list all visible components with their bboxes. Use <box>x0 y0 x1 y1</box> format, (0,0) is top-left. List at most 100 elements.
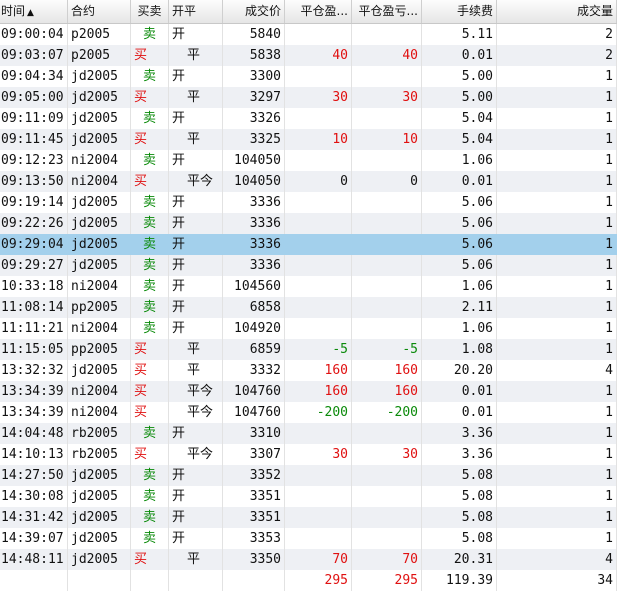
cell-close-pnl-b <box>352 150 422 171</box>
table-row[interactable]: 10:33:18 ni2004 卖开 104560 1.06 1 <box>0 276 617 297</box>
cell-price: 104560 <box>223 276 285 297</box>
cell-close-pnl-a <box>285 276 352 297</box>
cell-side: 买 <box>131 339 169 360</box>
cell-close-pnl-a <box>285 465 352 486</box>
cell-close-pnl-a: 0 <box>285 171 352 192</box>
col-header-open-close[interactable]: 开平 <box>169 0 223 23</box>
table-row[interactable]: 09:04:34 jd2005 卖开 3300 5.00 1 <box>0 66 617 87</box>
cell-contract: jd2005 <box>68 528 131 549</box>
cell-side: 卖 <box>131 423 169 444</box>
table-header: 时间 ▲ 合约 买卖 开平 成交价 平仓盈... 平仓盈亏... 手续费 成交量 <box>0 0 617 24</box>
cell-volume: 2 <box>497 45 617 66</box>
table-row[interactable]: 14:48:11 jd2005 买平 3350 70 70 20.31 4 <box>0 549 617 570</box>
cell-side: 卖 <box>131 276 169 297</box>
col-header-close-pnl-b[interactable]: 平仓盈亏... <box>352 0 422 23</box>
cell-side: 买 <box>131 381 169 402</box>
cell-contract: rb2005 <box>68 423 131 444</box>
table-row[interactable]: 14:10:13 rb2005 买平今 3307 30 30 3.36 1 <box>0 444 617 465</box>
table-row[interactable]: 14:30:08 jd2005 卖开 3351 5.08 1 <box>0 486 617 507</box>
table-row[interactable]: 11:08:14 pp2005 卖开 6858 2.11 1 <box>0 297 617 318</box>
cell-price: 3310 <box>223 423 285 444</box>
cell-close-pnl-b: 160 <box>352 381 422 402</box>
col-header-fee[interactable]: 手续费 <box>422 0 497 23</box>
cell-close-pnl-b <box>352 528 422 549</box>
cell-contract: jd2005 <box>68 213 131 234</box>
table-row[interactable]: 09:13:50 ni2004 买平今 104050 0 0 0.01 1 <box>0 171 617 192</box>
col-header-volume[interactable]: 成交量 <box>497 0 617 23</box>
col-header-price[interactable]: 成交价 <box>223 0 285 23</box>
cell-close-pnl-b: 30 <box>352 87 422 108</box>
totals-row: 295 295 119.39 34 <box>0 570 617 591</box>
table-row[interactable]: 13:34:39 ni2004 买平今 104760 160 160 0.01 1 <box>0 381 617 402</box>
col-header-contract[interactable]: 合约 <box>68 0 131 23</box>
cell-open-close: 开 <box>169 465 223 486</box>
cell-open-close: 开 <box>169 528 223 549</box>
cell-close-pnl-b: 10 <box>352 129 422 150</box>
table-row[interactable]: 11:11:21 ni2004 卖开 104920 1.06 1 <box>0 318 617 339</box>
table-row[interactable]: 14:04:48 rb2005 卖开 3310 3.36 1 <box>0 423 617 444</box>
cell-fee: 5.11 <box>422 24 497 45</box>
cell-time: 09:11:09 <box>0 108 68 129</box>
cell-close-pnl-b: 40 <box>352 45 422 66</box>
col-header-close-pnl-a[interactable]: 平仓盈... <box>285 0 352 23</box>
table-row[interactable]: 09:05:00 jd2005 买平 3297 30 30 5.00 1 <box>0 87 617 108</box>
cell-contract: jd2005 <box>68 360 131 381</box>
cell-contract: jd2005 <box>68 129 131 150</box>
cell-volume: 1 <box>497 297 617 318</box>
cell-contract: ni2004 <box>68 318 131 339</box>
table-row[interactable]: 14:39:07 jd2005 卖开 3353 5.08 1 <box>0 528 617 549</box>
table-row[interactable]: 09:03:07 p2005 买平 5838 40 40 0.01 2 <box>0 45 617 66</box>
table-row[interactable]: 13:32:32 jd2005 买平 3332 160 160 20.20 4 <box>0 360 617 381</box>
cell-price: 3336 <box>223 234 285 255</box>
cell-volume: 1 <box>497 129 617 150</box>
table-row[interactable]: 09:12:23 ni2004 卖开 104050 1.06 1 <box>0 150 617 171</box>
table-row[interactable]: 09:11:09 jd2005 卖开 3326 5.04 1 <box>0 108 617 129</box>
cell-contract: ni2004 <box>68 381 131 402</box>
cell-open-close: 开 <box>169 66 223 87</box>
cell-price: 3336 <box>223 255 285 276</box>
table-row[interactable]: 11:15:05 pp2005 买平 6859 -5 -5 1.08 1 <box>0 339 617 360</box>
cell-open-close: 平今 <box>169 171 223 192</box>
cell-side: 卖 <box>131 297 169 318</box>
cell-fee: 1.08 <box>422 339 497 360</box>
table-row[interactable]: 09:00:04 p2005 卖开 5840 5.11 2 <box>0 24 617 45</box>
cell-time: 09:29:04 <box>0 234 68 255</box>
cell-contract: jd2005 <box>68 507 131 528</box>
cell-close-pnl-b <box>352 276 422 297</box>
cell-close-pnl-a <box>285 234 352 255</box>
table-row[interactable]: 09:29:04 jd2005 卖开 3336 5.06 1 <box>0 234 617 255</box>
cell-volume: 1 <box>497 255 617 276</box>
cell-close-pnl-a: 160 <box>285 360 352 381</box>
cell-time: 14:27:50 <box>0 465 68 486</box>
col-header-time[interactable]: 时间 ▲ <box>0 0 68 23</box>
cell-price: 3351 <box>223 507 285 528</box>
col-header-side[interactable]: 买卖 <box>131 0 169 23</box>
cell-fee: 0.01 <box>422 171 497 192</box>
cell-contract: jd2005 <box>68 108 131 129</box>
cell-fee: 0.01 <box>422 381 497 402</box>
cell-close-pnl-a: 160 <box>285 381 352 402</box>
cell-volume: 1 <box>497 66 617 87</box>
cell-time: 11:08:14 <box>0 297 68 318</box>
table-row[interactable]: 13:34:39 ni2004 买平今 104760 -200 -200 0.01 1 <box>0 402 617 423</box>
cell-close-pnl-b: 295 <box>352 570 422 591</box>
cell-open-close: 开 <box>169 213 223 234</box>
cell-price: 3336 <box>223 192 285 213</box>
cell-close-pnl-a <box>285 192 352 213</box>
cell-fee: 0.01 <box>422 402 497 423</box>
table-row[interactable]: 09:19:14 jd2005 卖开 3336 5.06 1 <box>0 192 617 213</box>
table-row[interactable]: 14:31:42 jd2005 卖开 3351 5.08 1 <box>0 507 617 528</box>
cell-fee: 5.08 <box>422 465 497 486</box>
table-row[interactable]: 09:11:45 jd2005 买平 3325 10 10 5.04 1 <box>0 129 617 150</box>
table-row[interactable]: 09:29:27 jd2005 卖开 3336 5.06 1 <box>0 255 617 276</box>
cell-price: 3297 <box>223 87 285 108</box>
cell-fee: 5.08 <box>422 507 497 528</box>
cell-time: 09:03:07 <box>0 45 68 66</box>
cell-open-close: 开 <box>169 234 223 255</box>
cell-fee: 5.00 <box>422 66 497 87</box>
table-row[interactable]: 14:27:50 jd2005 卖开 3352 5.08 1 <box>0 465 617 486</box>
cell-price: 6858 <box>223 297 285 318</box>
table-row[interactable]: 09:22:26 jd2005 卖开 3336 5.06 1 <box>0 213 617 234</box>
cell-price: 3353 <box>223 528 285 549</box>
cell-fee: 5.06 <box>422 255 497 276</box>
